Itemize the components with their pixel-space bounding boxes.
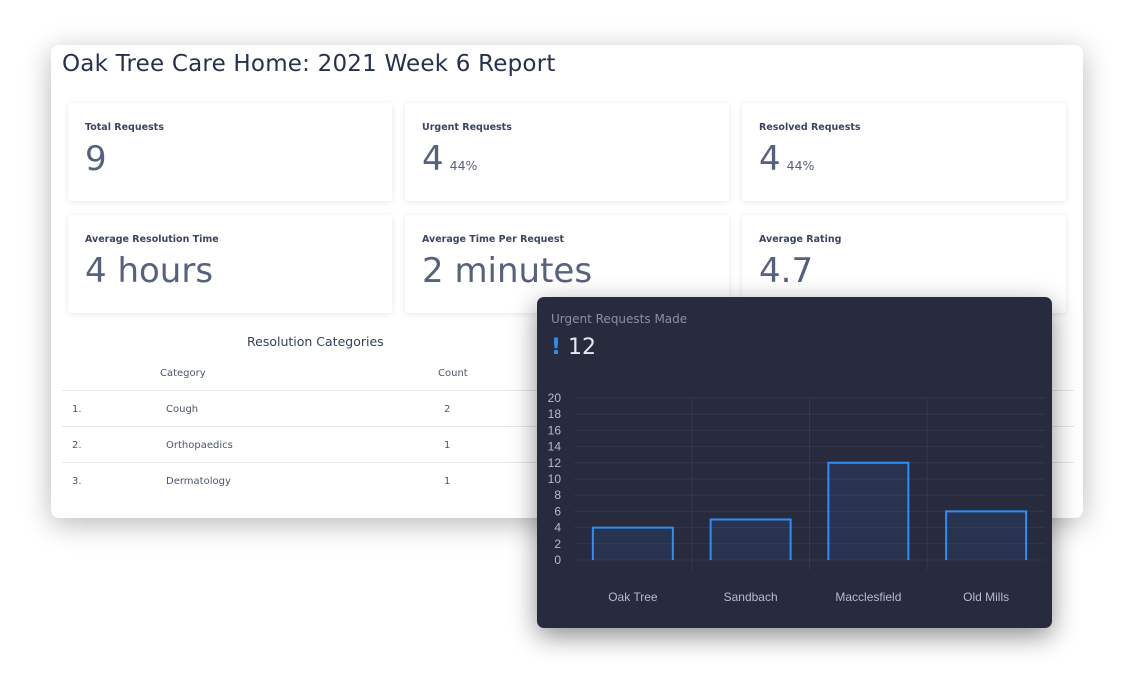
exclamation-icon: !: [551, 335, 562, 360]
stat-label: Urgent Requests: [422, 122, 512, 133]
y-tick-label: 20: [548, 391, 562, 405]
stat-label: Average Rating: [759, 234, 842, 245]
y-tick-label: 2: [554, 537, 561, 551]
stat-card-average-resolution-time: Average Resolution Time 4 hours: [68, 215, 392, 313]
y-tick-label: 12: [548, 456, 562, 470]
y-tick-label: 6: [554, 504, 561, 518]
row-count: 1: [444, 476, 451, 487]
stat-number: 4.7: [759, 251, 814, 291]
chart-heading: Urgent Requests Made: [551, 312, 688, 326]
row-index: 1.: [72, 404, 82, 415]
x-tick-label: Oak Tree: [608, 590, 658, 604]
bar: [709, 518, 792, 560]
stat-number: 4: [422, 139, 444, 179]
stat-number: 2 minutes: [422, 251, 593, 291]
stat-percentage: 44%: [786, 158, 815, 173]
y-tick-label: 18: [548, 407, 562, 421]
row-count: 1: [444, 440, 451, 451]
urgent-requests-chart-card: 0 2 4 6 8 10 12 14 16 18 20 Oak Tree Sandbach Maccles…: [537, 297, 1052, 628]
stat-card-resolved-requests: Resolved Requests 4 44%: [742, 103, 1066, 201]
y-tick-label: 16: [548, 423, 562, 437]
stat-value: 2 minutes: [422, 252, 592, 290]
row-category: Orthopaedics: [166, 440, 233, 451]
column-header-category: Category: [160, 368, 206, 379]
row-index: 3.: [72, 476, 82, 487]
stat-card-urgent-requests: Urgent Requests 4 44%: [405, 103, 729, 201]
bar-chart: 0 2 4 6 8 10 12 14 16 18 20 Oak Tree Sandbach Maccles…: [548, 391, 1045, 604]
row-index: 2.: [72, 440, 82, 451]
stat-percentage: 44%: [449, 158, 478, 173]
y-tick-label: 10: [548, 472, 562, 486]
stats-grid: Total Requests 9 Urgent Requests 4 44% Re…: [68, 103, 1067, 313]
stat-label: Average Resolution Time: [85, 234, 219, 245]
stat-value: 4 44%: [759, 140, 814, 185]
chart-total: ! 12: [551, 335, 596, 360]
stat-number: 4: [759, 139, 781, 179]
chart-total-value: 12: [568, 335, 597, 360]
stat-label: Total Requests: [85, 122, 164, 133]
stat-value: 4 44%: [422, 140, 477, 185]
column-header-count: Count: [438, 368, 468, 379]
stat-number: 4 hours: [85, 251, 214, 291]
row-count: 2: [444, 404, 451, 415]
stat-value: 4 hours: [85, 252, 213, 290]
bar: [591, 526, 674, 560]
row-category: Cough: [166, 404, 199, 415]
page-title: Oak Tree Care Home: 2021 Week 6 Report: [62, 51, 556, 77]
bar: [945, 510, 1028, 560]
y-tick-label: 0: [554, 553, 561, 567]
x-tick-label: Old Mills: [963, 590, 1009, 604]
x-tick-label: Macclesfield: [835, 590, 901, 604]
row-category: Dermatology: [166, 476, 231, 487]
y-tick-label: 14: [548, 440, 562, 454]
stat-label: Resolved Requests: [759, 122, 861, 133]
stat-number: 9: [85, 139, 107, 179]
table-title: Resolution Categories: [247, 334, 384, 349]
stat-value: 4.7: [759, 252, 813, 290]
stat-card-total-requests: Total Requests 9: [68, 103, 392, 201]
y-tick-label: 8: [554, 488, 561, 502]
stat-value: 9: [85, 140, 107, 178]
bar: [827, 461, 910, 560]
stat-label: Average Time Per Request: [422, 234, 565, 245]
y-tick-label: 4: [554, 521, 561, 535]
x-tick-label: Sandbach: [724, 590, 778, 604]
